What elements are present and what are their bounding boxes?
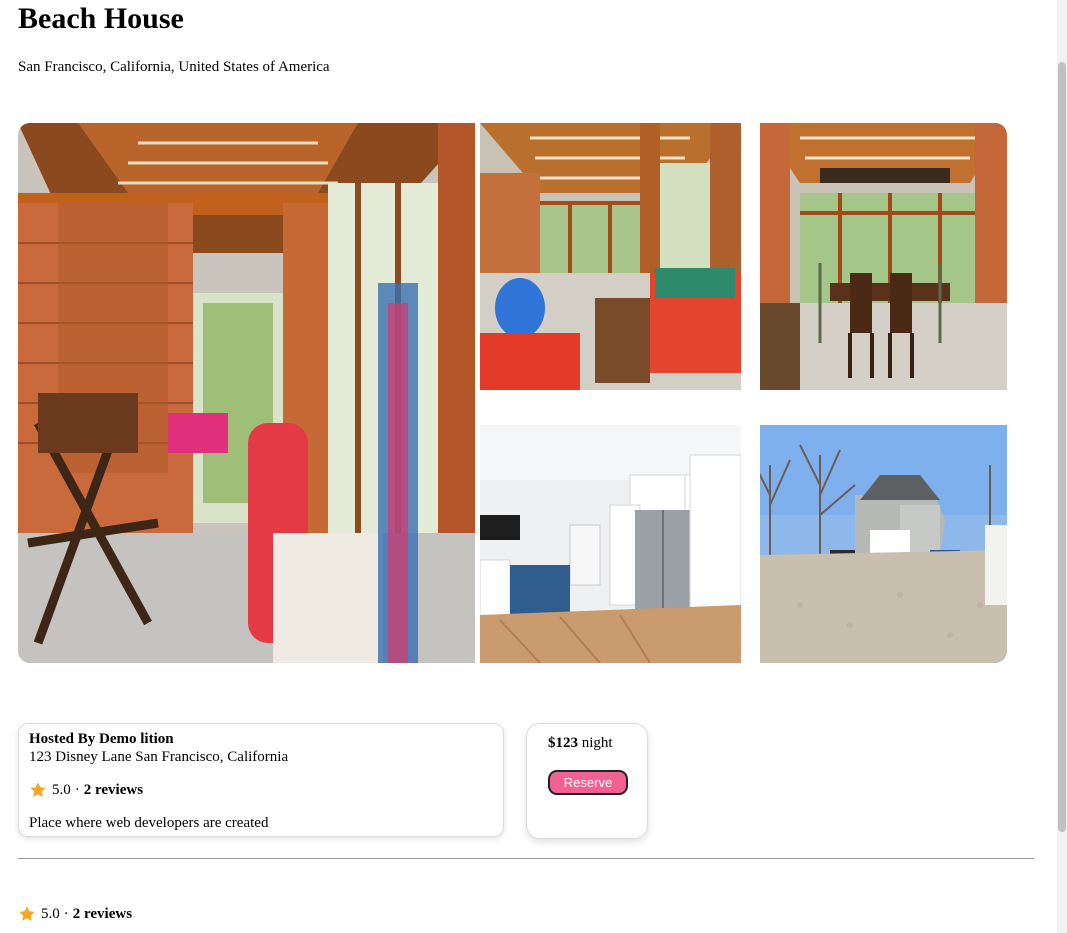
dining-room-photo[interactable] — [760, 123, 1007, 390]
listing-description: Place where web developers are created — [29, 815, 269, 831]
host-rating: 5.0 · 2 reviews — [29, 780, 493, 800]
scrollbar[interactable] — [1057, 0, 1067, 933]
scrollbar-thumb[interactable] — [1058, 62, 1066, 832]
kitchen-photo[interactable] — [480, 425, 741, 663]
page-title: Beach House — [18, 2, 184, 35]
host-info-card: Hosted By Demo lition 123 Disney Lane Sa… — [18, 723, 504, 837]
reviews-count: 2 reviews — [72, 905, 133, 922]
rating-value: 5.0 — [52, 781, 71, 798]
rating-separator: · — [74, 781, 80, 798]
living-room-photo[interactable] — [480, 123, 741, 390]
listing-location: San Francisco, California, United States… — [18, 59, 330, 75]
price-unit: night — [581, 735, 613, 751]
section-divider — [18, 858, 1034, 859]
star-icon — [30, 782, 46, 797]
star-icon — [19, 906, 35, 921]
price-per-night: $123 night — [548, 735, 647, 752]
photo-gallery — [18, 123, 1008, 663]
reviews-summary: 5.0 · 2 reviews — [18, 904, 132, 924]
rating-separator: · — [63, 905, 69, 922]
backyard-exterior-photo[interactable] — [760, 425, 1007, 663]
rating-value: 5.0 — [41, 905, 60, 922]
price-amount: $123 — [548, 735, 578, 751]
veranda-hammock-photo[interactable] — [18, 123, 475, 663]
host-address: 123 Disney Lane San Francisco, Californi… — [29, 749, 289, 765]
reviews-count: 2 reviews — [83, 781, 144, 798]
reserve-button[interactable]: Reserve — [548, 770, 628, 795]
booking-card: $123 night Reserve — [526, 723, 648, 839]
host-name: Hosted By Demo lition — [29, 731, 174, 747]
